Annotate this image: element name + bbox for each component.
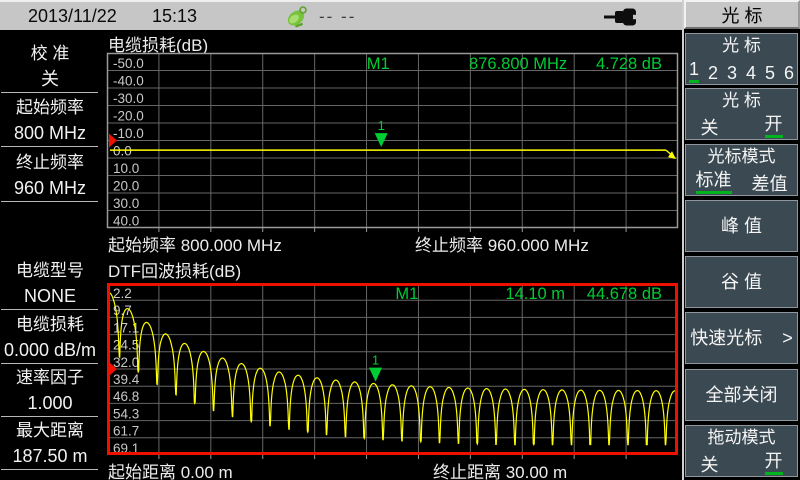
status-time: 15:13 (152, 6, 197, 27)
setting-group: 校 准关 (0, 43, 100, 91)
softkey-drag-mode[interactable]: 拖动模式关 开 (685, 425, 798, 477)
y-tick-label: 61.7 (113, 424, 139, 439)
setting-group: 最大距离187.50 m (0, 420, 100, 468)
setting-label: 电缆型号 (0, 260, 100, 282)
setting-value: 960 MHz (0, 176, 100, 200)
softkey-option[interactable]: 峰 值 (721, 216, 762, 236)
setting-label: 终止频率 (0, 152, 100, 174)
setting-label: 速率因子 (0, 367, 100, 389)
status-date: 2013/11/22 (28, 6, 117, 27)
y-tick-label: 20.0 (113, 179, 139, 194)
softkey-menu-title: 光 标 (684, 0, 800, 29)
softkey-option[interactable]: 4 (746, 63, 756, 83)
start-frequency-readout: 起始频率 800.000 MHz (108, 231, 282, 256)
softkey-valley-value[interactable]: 谷 值 (685, 256, 798, 308)
softkey-marker-select[interactable]: 光 标 123456 (685, 33, 798, 85)
softkey-option-active[interactable]: 开 (765, 114, 783, 138)
dtf-return-loss-title: DTF回波损耗(dB) (108, 257, 241, 282)
marker-y-readout: 4.728 dB (596, 55, 662, 73)
setting-group: 速率因子1.000 (0, 367, 100, 415)
y-tick-label: 40.0 (113, 214, 139, 229)
setting-group: 起始频率800 MHz (0, 97, 100, 145)
y-tick-label: 2.2 (113, 286, 132, 301)
softkey-option[interactable]: 快速光标 (690, 328, 762, 348)
softkey-option[interactable]: 3 (727, 63, 737, 83)
setting-group: 终止频率960 MHz (0, 152, 100, 200)
softkey-all-off[interactable]: 全部关闭 (685, 369, 798, 421)
softkey-marker-mode[interactable]: 光标模式标准差值 (685, 144, 798, 196)
setting-value: 187.50 m (0, 444, 100, 468)
setting-value: NONE (0, 284, 100, 308)
separator (1, 309, 98, 310)
marker-number-label: 1 (378, 118, 385, 133)
setting-label: 电缆损耗 (0, 314, 100, 336)
sidebar-divider (682, 0, 684, 480)
separator (1, 92, 98, 93)
softkey-option[interactable]: 全部关闭 (706, 385, 778, 405)
softkey-option-active[interactable]: 1 (689, 59, 699, 83)
setting-value: 800 MHz (0, 121, 100, 145)
softkey-option[interactable]: 5 (765, 63, 775, 83)
softkey-option[interactable]: > (782, 328, 793, 348)
setting-label: 校 准 (0, 43, 100, 65)
separator (1, 201, 98, 202)
marker-id-label: M1 (395, 285, 418, 303)
y-tick-label: 10.0 (113, 161, 139, 176)
y-tick-label: 0.0 (113, 144, 132, 159)
marker-id-label: M1 (367, 55, 390, 73)
separator (1, 469, 98, 470)
softkey-quick-marker[interactable]: 快速光标 > (685, 312, 798, 364)
softkey-option[interactable]: 关 (701, 455, 719, 475)
marker-y-readout: 44.678 dB (587, 285, 662, 303)
softkey-option-active[interactable]: 标准 (696, 170, 732, 194)
stop-distance-readout: 终止距离 30.00 m (433, 458, 567, 480)
setting-value: 1.000 (0, 391, 100, 415)
stop-frequency-readout: 终止频率 960.000 MHz (415, 231, 589, 256)
y-tick-label: 39.4 (113, 372, 140, 387)
marker-x-readout: 876.800 MHz (469, 55, 567, 73)
softkey-option[interactable]: 差值 (752, 174, 788, 194)
y-tick-label: 54.3 (113, 406, 139, 421)
softkey-marker-on-off[interactable]: 光 标关 开 (685, 88, 798, 140)
marker-x-readout: 14.10 m (505, 285, 565, 303)
separator (1, 146, 98, 147)
setting-label: 最大距离 (0, 420, 100, 442)
softkey-option[interactable]: 光标模式 (708, 147, 776, 167)
y-tick-label: -40.0 (113, 74, 144, 89)
softkey-option[interactable]: 谷 值 (721, 272, 762, 292)
setting-value: 0.000 dB/m (0, 338, 100, 362)
y-tick-label: 46.8 (113, 389, 139, 404)
y-tick-label: -20.0 (113, 109, 144, 124)
y-tick-label: 32.0 (113, 355, 139, 370)
y-tick-label: -50.0 (113, 56, 144, 71)
softkey-option[interactable]: 2 (708, 63, 718, 83)
cable-loss-chart: -50.0 -40.0 -30.0 -20.0 -10.0 0.0 10.0 20.0 30.0… (107, 53, 678, 234)
gps-antenna-icon (283, 4, 311, 35)
power-plug-icon (604, 8, 640, 31)
softkey-option[interactable]: 关 (701, 118, 719, 138)
setting-group: 电缆损耗0.000 dB/m (0, 314, 100, 362)
y-tick-label: 30.0 (113, 196, 139, 211)
setting-group: 电缆型号NONE (0, 260, 100, 308)
analyzer-screen: 2013/11/22 15:13 -- -- 校 准关起始频率800 MHz终止… (0, 0, 800, 480)
y-tick-label: -30.0 (113, 91, 144, 106)
start-distance-readout: 起始距离 0.00 m (108, 458, 233, 480)
setting-label: 起始频率 (0, 97, 100, 119)
dtf-return-loss-chart: 2.29.717.124.532.039.446.854.361.769.1M1… (107, 283, 678, 461)
marker-number-label: 1 (372, 353, 379, 368)
softkey-option-active[interactable]: 开 (765, 451, 783, 475)
y-tick-label: 24.5 (113, 338, 139, 353)
softkey-option[interactable]: 6 (784, 63, 794, 83)
softkey-peak-value[interactable]: 峰 值 (685, 200, 798, 252)
softkey-option[interactable]: 光 标 (722, 36, 761, 56)
y-tick-label: -10.0 (113, 126, 144, 141)
status-bar: 2013/11/22 15:13 -- -- (0, 0, 683, 30)
softkey-option[interactable]: 拖动模式 (708, 428, 776, 448)
separator (1, 416, 98, 417)
softkey-menu-title-text: 光 标 (721, 2, 762, 28)
gps-status-text: -- -- (319, 7, 356, 27)
softkey-option[interactable]: 光 标 (722, 91, 761, 111)
separator (1, 363, 98, 364)
setting-value: 关 (0, 67, 100, 91)
